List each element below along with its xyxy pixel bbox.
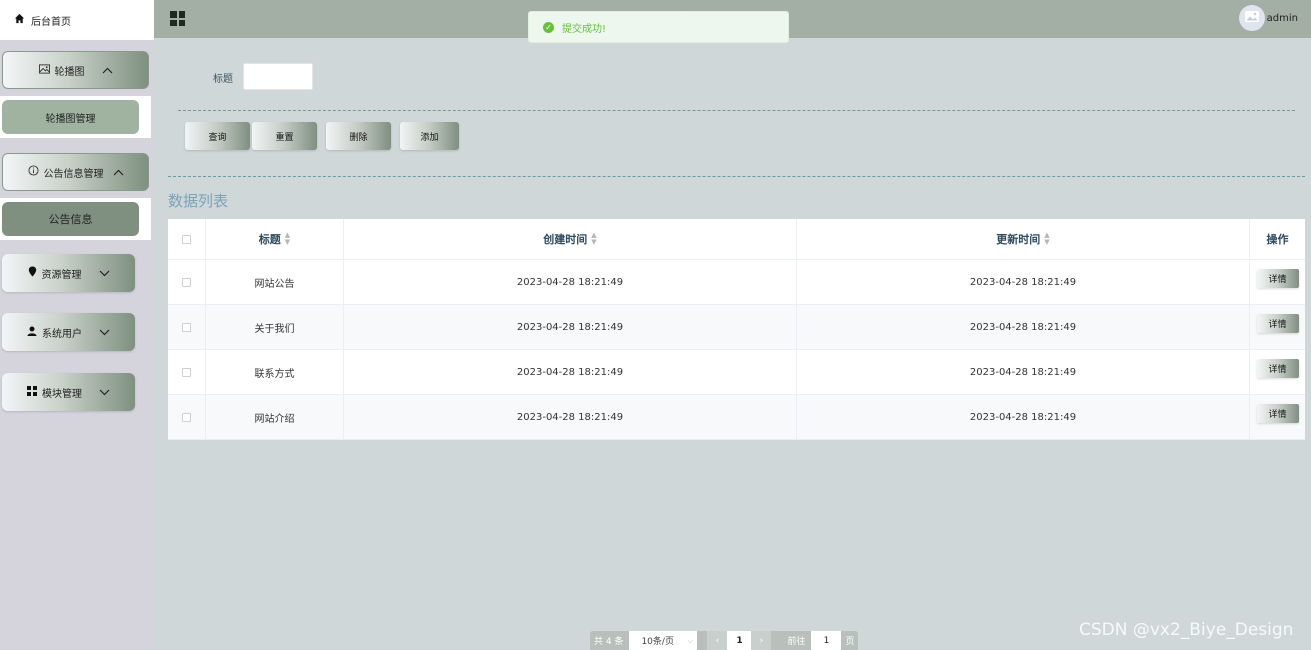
image-icon bbox=[38, 63, 50, 77]
sidebar-submenu-announcements: 公告信息 bbox=[0, 198, 151, 240]
pagination-total: 共 4 条 bbox=[594, 637, 624, 647]
goto-page-input[interactable]: 1 bbox=[811, 631, 842, 650]
column-header-created[interactable]: 创建时间 ▲ ▼ bbox=[344, 219, 797, 259]
page-number-current[interactable]: 1 bbox=[727, 631, 752, 650]
row-checkbox[interactable] bbox=[182, 367, 191, 377]
next-page-button[interactable]: › bbox=[751, 631, 772, 650]
reset-button[interactable]: 重置 bbox=[252, 122, 317, 150]
row-checkbox[interactable] bbox=[182, 322, 191, 332]
sidebar-item-label: 轮播图管理 bbox=[45, 113, 96, 125]
grid-icon bbox=[27, 385, 37, 399]
table-row: 联系方式 2023-04-28 18:21:49 2023-04-28 18:2… bbox=[168, 350, 1305, 395]
detail-button[interactable]: 详情 bbox=[1256, 313, 1299, 333]
detail-button[interactable]: 详情 bbox=[1256, 268, 1299, 288]
list-title: 数据列表 bbox=[168, 192, 229, 210]
sidebar-item-label: 公告信息 bbox=[48, 213, 93, 226]
goto-page-unit: 页 bbox=[845, 637, 855, 647]
sidebar-item-announcement-info[interactable]: 公告信息 bbox=[2, 202, 139, 236]
cell-updated: 2023-04-28 18:21:49 bbox=[797, 305, 1250, 349]
chevron-down-icon bbox=[99, 385, 110, 399]
sidebar-submenu-carousel: 轮播图管理 bbox=[0, 96, 151, 138]
location-pin-icon bbox=[28, 266, 37, 280]
sidebar-item-label: 后台首页 bbox=[31, 16, 71, 28]
home-icon bbox=[14, 13, 25, 27]
sidebar-item-carousel-manage[interactable]: 轮播图管理 bbox=[2, 100, 139, 134]
cell-updated: 2023-04-28 18:21:49 bbox=[797, 350, 1250, 394]
chevron-down-icon: ⌵ bbox=[687, 635, 694, 645]
table-row: 网站公告 2023-04-28 18:21:49 2023-04-28 18:2… bbox=[168, 260, 1305, 305]
divider bbox=[178, 110, 1295, 111]
cell-title: 联系方式 bbox=[206, 350, 344, 394]
cell-created: 2023-04-28 18:21:49 bbox=[344, 260, 797, 304]
select-all-checkbox[interactable] bbox=[182, 234, 191, 244]
column-header-operation: 操作 bbox=[1250, 219, 1305, 259]
page-size-value: 10条/页 bbox=[641, 637, 674, 647]
sidebar-menu-label: 轮播图 bbox=[54, 66, 85, 78]
search-title-input[interactable] bbox=[243, 63, 313, 90]
sort-icon[interactable]: ▲ ▼ bbox=[591, 232, 596, 246]
row-checkbox[interactable] bbox=[182, 412, 191, 422]
sidebar-menu-resources[interactable]: 资源管理 bbox=[2, 254, 135, 292]
sidebar-menu-label: 系统用户 bbox=[42, 328, 82, 340]
sort-icon[interactable]: ▲ ▼ bbox=[1044, 232, 1049, 246]
avatar[interactable] bbox=[1239, 5, 1265, 31]
column-header-label: 操作 bbox=[1266, 233, 1289, 246]
chevron-down-icon bbox=[99, 325, 110, 339]
row-checkbox[interactable] bbox=[182, 277, 191, 287]
cell-created: 2023-04-28 18:21:49 bbox=[344, 305, 797, 349]
table-header-row: 标题 ▲ ▼ 创建时间 ▲ ▼ 更新时间 ▲ ▼ 操作 bbox=[168, 219, 1305, 260]
chevron-left-icon: ‹ bbox=[715, 635, 720, 646]
cell-title: 关于我们 bbox=[206, 305, 344, 349]
cell-created: 2023-04-28 18:21:49 bbox=[344, 395, 797, 439]
chevron-down-icon bbox=[99, 266, 110, 280]
sort-icon[interactable]: ▲ ▼ bbox=[285, 232, 290, 246]
column-header-updated[interactable]: 更新时间 ▲ ▼ bbox=[797, 219, 1250, 259]
chevron-up-icon bbox=[102, 63, 113, 77]
toast-message: 提交成功! bbox=[562, 23, 607, 35]
column-header-label: 更新时间 bbox=[996, 233, 1041, 246]
detail-button[interactable]: 详情 bbox=[1256, 403, 1299, 423]
page-size-select[interactable]: 10条/页 ⌵ bbox=[629, 631, 698, 650]
cell-title: 网站公告 bbox=[206, 260, 344, 304]
pagination: 共 4 条 10条/页 ⌵ ‹ 1 › 前往 1 页 bbox=[590, 631, 859, 650]
info-circle-icon bbox=[27, 165, 39, 179]
divider bbox=[168, 176, 1305, 177]
sidebar-menu-carousel[interactable]: 轮播图 bbox=[2, 51, 149, 89]
table-row: 网站介绍 2023-04-28 18:21:49 2023-04-28 18:2… bbox=[168, 395, 1305, 440]
data-table: 标题 ▲ ▼ 创建时间 ▲ ▼ 更新时间 ▲ ▼ 操作 网站公告 2023-04-28… bbox=[168, 219, 1305, 440]
cell-updated: 2023-04-28 18:21:49 bbox=[797, 260, 1250, 304]
column-header-label: 创建时间 bbox=[543, 233, 588, 246]
column-header-label: 标题 bbox=[258, 233, 281, 246]
chevron-up-icon bbox=[113, 165, 124, 179]
sidebar: 后台首页 轮播图 轮播图管理 公告信息管理 公告信息 资源管理 系统用户 模块管… bbox=[0, 0, 154, 650]
sidebar-menu-announcements[interactable]: 公告信息管理 bbox=[2, 153, 149, 191]
search-title-label: 标题 bbox=[213, 74, 233, 85]
column-header-title[interactable]: 标题 ▲ ▼ bbox=[206, 219, 344, 259]
chevron-right-icon: › bbox=[759, 635, 764, 646]
cell-updated: 2023-04-28 18:21:49 bbox=[797, 395, 1250, 439]
delete-button[interactable]: 删除 bbox=[326, 122, 391, 150]
add-button[interactable]: 添加 bbox=[400, 122, 459, 150]
table-row: 关于我们 2023-04-28 18:21:49 2023-04-28 18:2… bbox=[168, 305, 1305, 350]
watermark: CSDN @vx2_Biye_Design bbox=[1079, 620, 1294, 640]
menu-toggle-icon[interactable] bbox=[170, 11, 185, 26]
cell-title: 网站介绍 bbox=[206, 395, 344, 439]
sidebar-menu-modules[interactable]: 模块管理 bbox=[2, 373, 135, 411]
goto-label: 前往 bbox=[787, 637, 806, 647]
username[interactable]: admin bbox=[1267, 13, 1298, 24]
check-circle-icon: ✓ bbox=[543, 21, 554, 33]
sidebar-menu-system-users[interactable]: 系统用户 bbox=[2, 313, 135, 351]
prev-page-button[interactable]: ‹ bbox=[707, 631, 728, 650]
query-button[interactable]: 查询 bbox=[185, 122, 250, 150]
sidebar-menu-label: 公告信息管理 bbox=[43, 168, 104, 180]
success-toast: ✓ 提交成功! bbox=[528, 11, 789, 43]
user-icon bbox=[27, 326, 37, 339]
sidebar-menu-label: 模块管理 bbox=[42, 388, 82, 400]
cell-created: 2023-04-28 18:21:49 bbox=[344, 350, 797, 394]
sidebar-menu-label: 资源管理 bbox=[41, 269, 82, 281]
sidebar-item-home[interactable]: 后台首页 bbox=[0, 0, 154, 40]
detail-button[interactable]: 详情 bbox=[1256, 358, 1299, 378]
image-placeholder-icon bbox=[1245, 11, 1259, 25]
